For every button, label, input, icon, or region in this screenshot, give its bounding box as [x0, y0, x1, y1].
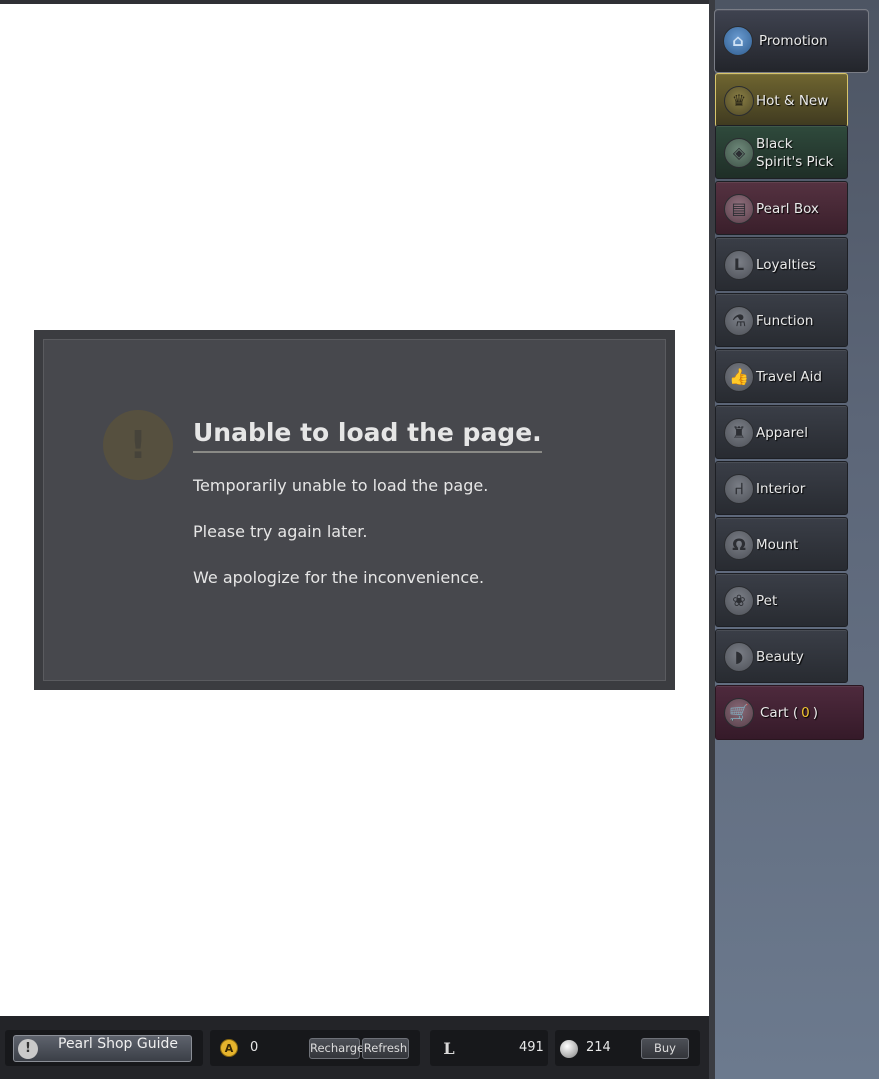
sidebar-item-label: Promotion [759, 33, 828, 49]
error-dialog-inner: ! Unable to load the page. Temporarily u… [43, 339, 666, 681]
sidebar-item-black-spirits-pick[interactable]: ◈ Black Spirit's Pick [715, 125, 848, 179]
sidebar-item-label: Pearl Box [756, 201, 819, 217]
recharge-button[interactable]: Recharge [309, 1038, 364, 1059]
sidebar-item-function[interactable]: ⚗ Function [715, 293, 848, 347]
hair-icon: ◗ [724, 642, 754, 672]
sidebar-item-label: Pet [756, 593, 778, 609]
sidebar-item-mount[interactable]: Ω Mount [715, 517, 848, 571]
sidebar-item-label: Mount [756, 537, 799, 553]
cart-label-text: Cart ( [760, 705, 799, 721]
cart-label-suffix: ) [812, 705, 818, 721]
box-icon: ▤ [724, 194, 754, 224]
thumbs-up-icon: 👍 [724, 362, 754, 392]
sidebar-item-label: Function [756, 313, 814, 329]
exclamation-icon: ! [103, 410, 173, 480]
paw-icon: ❀ [724, 586, 754, 616]
cart-button[interactable]: 🛒 Cart ( 0 ) [715, 685, 864, 740]
sidebar-item-label: Travel Aid [756, 369, 822, 385]
sidebar-item-hot-new[interactable]: ♛ Hot & New [715, 73, 848, 127]
error-message-line: Temporarily unable to load the page. [193, 476, 489, 495]
info-icon: ! [18, 1039, 38, 1059]
pearl-shop-window: ! Unable to load the page. Temporarily u… [0, 0, 879, 1079]
home-icon: ⌂ [723, 26, 753, 56]
error-message-line: We apologize for the inconvenience. [193, 568, 485, 587]
error-dialog: ! Unable to load the page. Temporarily u… [34, 330, 675, 690]
loyalty-icon: L [443, 1039, 455, 1058]
sidebar-item-promotion[interactable]: ⌂ Promotion [714, 9, 869, 73]
silver-value: 214 [586, 1040, 611, 1055]
trophy-icon: ♛ [724, 86, 754, 116]
sidebar-item-label: Interior [756, 481, 806, 497]
sidebar-item-interior[interactable]: ⑁ Interior [715, 461, 848, 515]
sidebar-item-label: Hot & New [756, 93, 829, 109]
flask-icon: ⚗ [724, 306, 754, 336]
cart-count: 0 [801, 705, 810, 721]
sidebar-item-beauty[interactable]: ◗ Beauty [715, 629, 848, 683]
sidebar-item-pearl-box[interactable]: ▤ Pearl Box [715, 181, 848, 235]
error-message-line: Please try again later. [193, 522, 368, 541]
refresh-button[interactable]: Refresh [362, 1038, 409, 1059]
chair-icon: ⑁ [724, 474, 754, 504]
sidebar-item-travel-aid[interactable]: 👍 Travel Aid [715, 349, 848, 403]
acoin-icon: A [220, 1039, 238, 1057]
diamond-icon: ◈ [724, 138, 754, 168]
sidebar-item-label: Apparel [756, 425, 808, 441]
guide-label: Pearl Shop Guide [58, 1036, 179, 1052]
loyalty-value: 491 [519, 1040, 544, 1055]
sidebar-item-apparel[interactable]: ♜ Apparel [715, 405, 848, 459]
cart-label: Cart ( 0 ) [760, 686, 818, 740]
cart-icon: 🛒 [724, 698, 754, 728]
silver-icon [560, 1040, 578, 1058]
jacket-icon: ♜ [724, 418, 754, 448]
pearl-shop-guide-button[interactable]: ! Pearl Shop Guide [13, 1035, 192, 1062]
buy-button[interactable]: Buy [641, 1038, 689, 1059]
sidebar-item-pet[interactable]: ❀ Pet [715, 573, 848, 627]
sidebar-item-loyalties[interactable]: L Loyalties [715, 237, 848, 291]
sidebar-item-label: Loyalties [756, 257, 816, 273]
sidebar-item-label: Beauty [756, 649, 804, 665]
horseshoe-icon: Ω [724, 530, 754, 560]
acoin-value: 0 [250, 1040, 259, 1055]
loyalty-icon: L [724, 250, 754, 280]
sidebar-item-label: Black Spirit's Pick [756, 136, 834, 170]
error-title: Unable to load the page. [193, 418, 542, 453]
